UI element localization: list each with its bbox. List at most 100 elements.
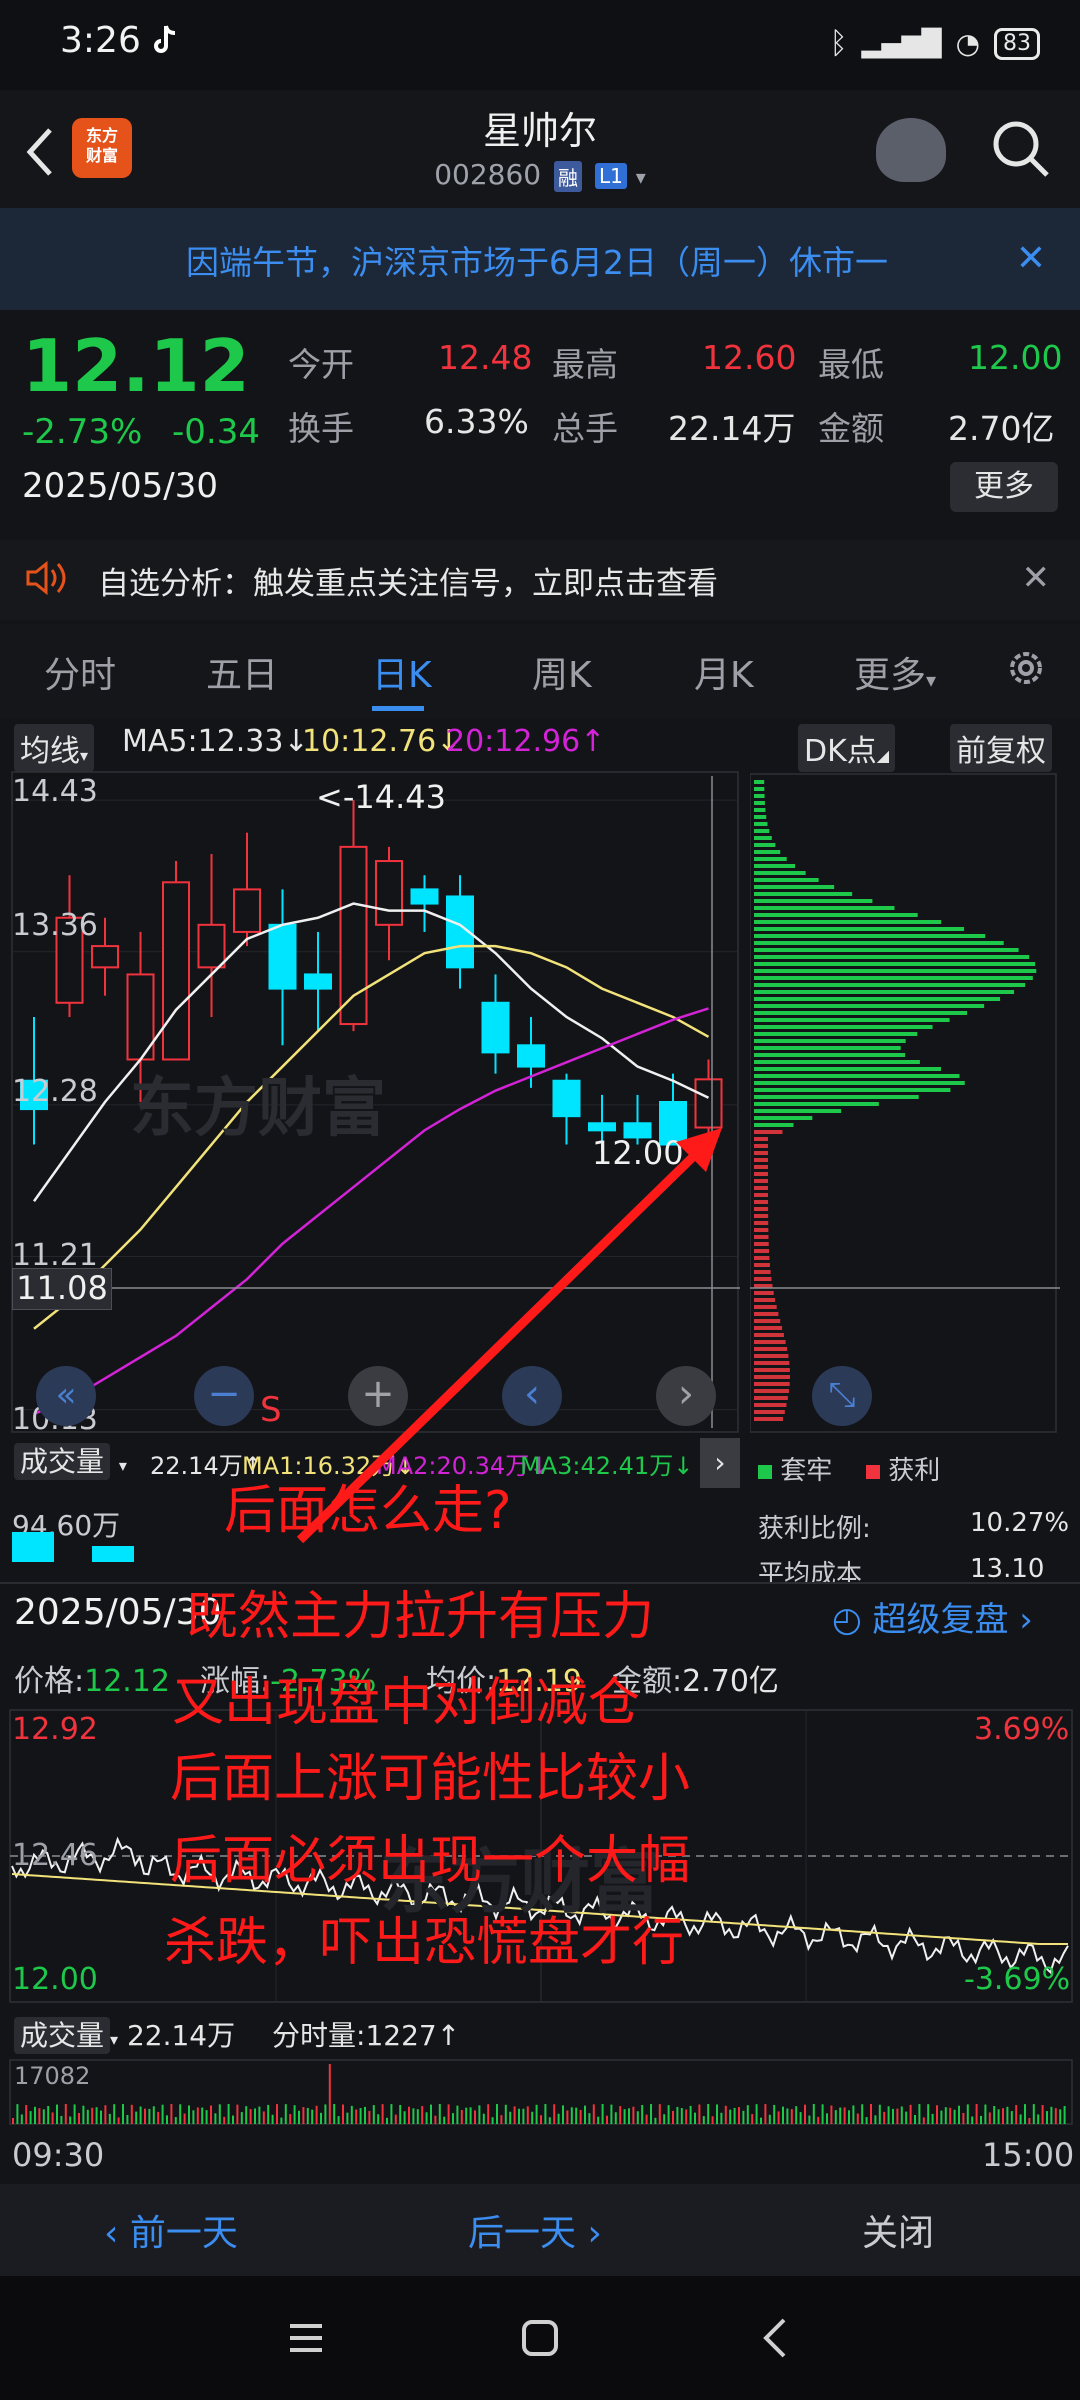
home-icon[interactable] [520, 2318, 560, 2358]
volume-tick-bar [817, 2116, 820, 2124]
zoom-out-button[interactable]: − [194, 1366, 254, 1426]
volume-tick-bar [689, 2105, 692, 2124]
candle-body [481, 1001, 510, 1054]
zoom-in-button[interactable]: + [348, 1366, 408, 1426]
intraday-volume-chart [9, 2059, 1073, 2125]
chip-bar [754, 1067, 942, 1071]
volume-tick-bar [122, 2104, 124, 2124]
candle-body [552, 1079, 581, 1118]
volume-tick-bar [276, 2104, 278, 2124]
volume-tick-bar [113, 2104, 116, 2124]
volume-tick-bar [267, 2104, 270, 2124]
volume-tick-bar [716, 2104, 718, 2124]
ma-selector[interactable]: 均线▾ [14, 724, 95, 772]
volume-indicator-selector[interactable]: 成交量 ▾ [14, 1440, 127, 1480]
volume-tick-bar [333, 2104, 336, 2124]
volume-tick-bar [148, 2108, 151, 2124]
chip-bar [754, 962, 1036, 966]
volume-tick-bar [531, 2111, 534, 2124]
tab-five-day[interactable]: 五日 [206, 646, 278, 698]
volume-tick-bar [500, 2115, 503, 2124]
chevron-right-icon[interactable]: › [700, 1438, 740, 1488]
banner-text: 因端午节，沪深京市场于6月2日（周一）休市一 [186, 243, 888, 282]
change-pct: -2.73% [22, 412, 143, 452]
more-button[interactable]: 更多 [950, 462, 1058, 512]
settings-gear-icon[interactable] [1002, 644, 1050, 692]
intraday-volume-selector[interactable]: 成交量 ▾ 22.14万 [14, 2014, 235, 2054]
intraday-volume-label: 成交量 [14, 2017, 111, 2054]
dk-point-button[interactable]: DK点◢ [798, 724, 896, 772]
candle-body [233, 888, 261, 933]
candle-body [588, 1122, 616, 1132]
super-replay-link[interactable]: ◴ 超级复盘 › [832, 1592, 1033, 1641]
volume-tick-bar [438, 2104, 441, 2124]
chip-bar [754, 801, 765, 805]
chip-bar [754, 934, 986, 938]
volume-tick-bar [443, 2116, 446, 2124]
chip-bar [754, 927, 965, 931]
close-icon[interactable]: ✕ [1022, 558, 1051, 598]
forward-adjust-button[interactable]: 前复权 [950, 724, 1052, 772]
annotation-line-1: 后面怎么走? [224, 1481, 512, 1541]
volume-tick-bar [680, 2108, 683, 2124]
chevron-left-icon: ‹ [104, 2213, 119, 2254]
volume-tick-bar [166, 2115, 168, 2124]
annotation-line-6: 杀跌，吓出恐慌盘才行 [164, 1913, 685, 1973]
volume-tick-bar [830, 2105, 833, 2124]
volume-tick-bar [601, 2104, 604, 2124]
prev-day-button[interactable]: ‹ 前一天 [104, 2204, 238, 2256]
volume-tick-bar [328, 2064, 331, 2124]
chip-bar [754, 1249, 770, 1253]
volume-tick-bar [1015, 2105, 1018, 2124]
kline-chart[interactable]: 东方财富 [0, 768, 740, 1438]
chip-bar [754, 1221, 769, 1225]
menu-icon[interactable] [286, 2318, 326, 2358]
zoom-left-end-button[interactable]: « [36, 1366, 96, 1426]
close-icon[interactable]: ✕ [1016, 238, 1046, 279]
chip-bar [754, 1074, 960, 1078]
tab-monthly-k[interactable]: 月K [694, 646, 754, 698]
back-nav-icon[interactable] [756, 2316, 796, 2360]
y-label-top: 14.43 [12, 774, 98, 809]
ma20-value-text: 20:12.96 [446, 724, 581, 759]
volume-tick-bar [535, 2104, 538, 2124]
volume-tick-bar [526, 2106, 529, 2124]
chip-bar [754, 815, 767, 819]
chip-bar [754, 1025, 933, 1029]
scroll-right-button[interactable]: › [656, 1366, 716, 1426]
robot-avatar[interactable] [876, 118, 946, 182]
intraday-price-label-text: 价格: [14, 1664, 85, 1699]
volume-tick-bar [210, 2105, 212, 2124]
intraday-mid: 12.46 [12, 1838, 98, 1873]
chevron-down-icon: ▾ [110, 2030, 119, 2049]
stock-code: 002860 [434, 158, 542, 191]
volume-tick-bar [487, 2104, 490, 2124]
next-day-button[interactable]: 后一天 › [468, 2204, 602, 2256]
tab-weekly-k[interactable]: 周K [532, 646, 592, 698]
dk-point-label: DK点 [804, 734, 877, 769]
volume-tick-bar [412, 2108, 415, 2124]
tab-daily-k[interactable]: 日K [372, 646, 432, 698]
volume-tick-bar [768, 2114, 771, 2124]
volume-tick-bar [566, 2110, 569, 2124]
volume-tick-bar [914, 2114, 916, 2124]
volume-tick-bar [782, 2106, 784, 2124]
tab-intraday[interactable]: 分时 [44, 646, 116, 698]
volume-tick-bar [614, 2112, 617, 2124]
search-icon[interactable] [990, 118, 1052, 180]
margin-tag: 融 [554, 160, 583, 192]
tab-more[interactable]: 更多▾ [854, 646, 936, 698]
intraday-high: 12.92 [12, 1712, 98, 1747]
volume-tick-bar [738, 2107, 740, 2124]
volume-tick-bar [496, 2104, 498, 2124]
volume-tick-bar [557, 2113, 560, 2124]
close-button[interactable]: 关闭 [862, 2204, 934, 2256]
volume-tick-bar [201, 2107, 204, 2124]
chip-bar [754, 1186, 769, 1190]
current-price: 12.12 [22, 324, 250, 408]
chip-bar [754, 1109, 842, 1113]
chip-bar [754, 1347, 788, 1351]
scroll-left-button[interactable]: ‹ [502, 1366, 562, 1426]
volume-tick-bar [254, 2108, 256, 2124]
volume-tick-bar [562, 2105, 564, 2124]
